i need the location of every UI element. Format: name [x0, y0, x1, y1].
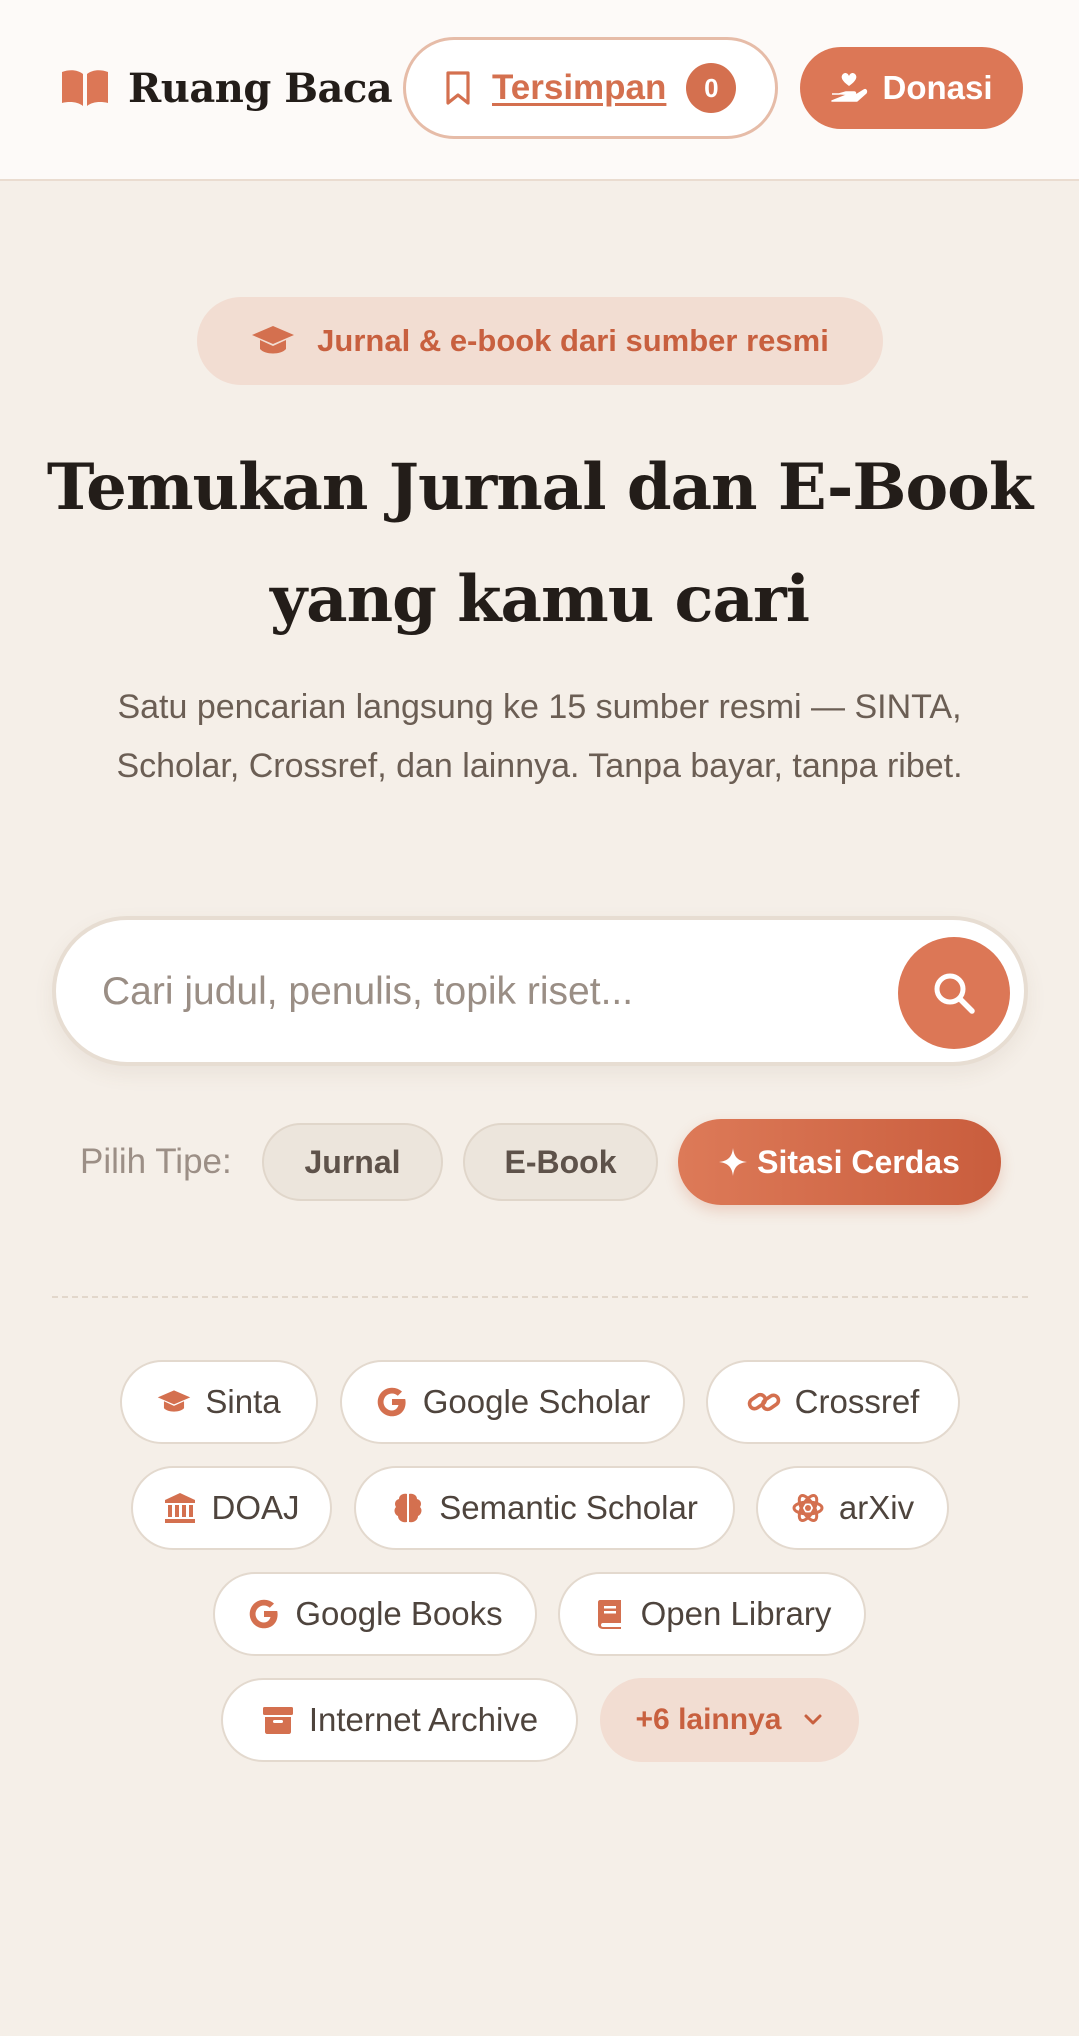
source-chip-label: Internet Archive: [308, 1701, 539, 1738]
source-chip-label: Open Library: [640, 1595, 832, 1632]
google-icon: [250, 1599, 278, 1629]
source-chip-label: Google Books: [295, 1595, 503, 1632]
archive-box-icon: [262, 1707, 293, 1734]
type-filter-label: Pilih Tipe:: [80, 1142, 232, 1181]
source-chip-label: DOAJ: [211, 1489, 300, 1526]
bookmark-icon: [446, 71, 470, 105]
title-line-1: Temukan Jurnal dan E-Book: [46, 450, 1033, 525]
source-badge: Jurnal & e-book dari sumber resmi: [197, 297, 883, 385]
source-chip-label: Crossref: [794, 1383, 920, 1420]
source-chip-google-books[interactable]: Google Books: [213, 1572, 537, 1656]
smart-citation-button[interactable]: Sitasi Cerdas: [678, 1119, 1001, 1205]
saved-count-badge: 0: [686, 63, 737, 113]
more-sources-button[interactable]: +6 lainnya: [600, 1678, 859, 1762]
source-chip-label: Semantic Scholar: [439, 1489, 698, 1526]
page-title: Temukan Jurnal dan E-Book yang kamu cari: [40, 432, 1039, 656]
hand-heart-icon: [831, 72, 868, 102]
graduation-cap-icon: [252, 326, 295, 354]
source-chip-semantic-scholar[interactable]: Semantic Scholar: [354, 1466, 735, 1550]
graduation-cap-icon: [158, 1390, 191, 1412]
type-option-jurnal[interactable]: Jurnal: [262, 1123, 443, 1201]
sparkle-icon: [719, 1148, 748, 1176]
search-icon: [934, 973, 975, 1014]
open-book-icon: [62, 70, 108, 106]
google-icon: [377, 1387, 406, 1417]
source-badge-text: Jurnal & e-book dari sumber resmi: [317, 323, 829, 358]
source-chip-arxiv[interactable]: arXiv: [756, 1466, 949, 1550]
smart-citation-label: Sitasi Cerdas: [757, 1143, 960, 1180]
chevron-down-icon: [804, 1714, 822, 1725]
brand-name: Ruang Baca: [128, 64, 393, 112]
saved-label: Tersimpan: [492, 68, 667, 107]
source-chip-internet-archive[interactable]: Internet Archive: [221, 1678, 578, 1762]
brain-icon: [394, 1493, 422, 1523]
section-divider: [52, 1296, 1028, 1298]
top-header: Ruang Baca Tersimpan 0 Donasi: [0, 0, 1079, 181]
saved-button[interactable]: Tersimpan 0: [403, 37, 778, 139]
search-input[interactable]: [102, 950, 902, 1034]
link-icon: [747, 1392, 780, 1412]
source-chip-label: Sinta: [205, 1383, 281, 1420]
more-sources-label: +6 lainnya: [635, 1703, 782, 1736]
page-subtitle: Satu pencarian langsung ke 15 sumber res…: [116, 688, 963, 785]
title-line-2: yang kamu cari: [269, 562, 810, 637]
donate-label: Donasi: [882, 69, 993, 106]
source-chip-label: arXiv: [838, 1489, 915, 1526]
source-chip-doaj[interactable]: DOAJ: [131, 1466, 332, 1550]
type-option-ebook[interactable]: E-Book: [463, 1123, 658, 1201]
atom-icon: [792, 1494, 824, 1522]
source-chip-label: Google Scholar: [422, 1383, 651, 1420]
source-chip-sinta[interactable]: Sinta: [120, 1360, 318, 1444]
brand[interactable]: Ruang Baca: [60, 64, 393, 112]
source-chip-open-library[interactable]: Open Library: [558, 1572, 866, 1656]
book-icon: [597, 1600, 621, 1629]
search-bar: [52, 916, 1028, 1066]
donate-button[interactable]: Donasi: [800, 47, 1023, 129]
source-chip-crossref[interactable]: Crossref: [706, 1360, 960, 1444]
search-button[interactable]: [898, 937, 1010, 1049]
source-chip-google-scholar[interactable]: Google Scholar: [340, 1360, 685, 1444]
institution-icon: [165, 1493, 196, 1523]
